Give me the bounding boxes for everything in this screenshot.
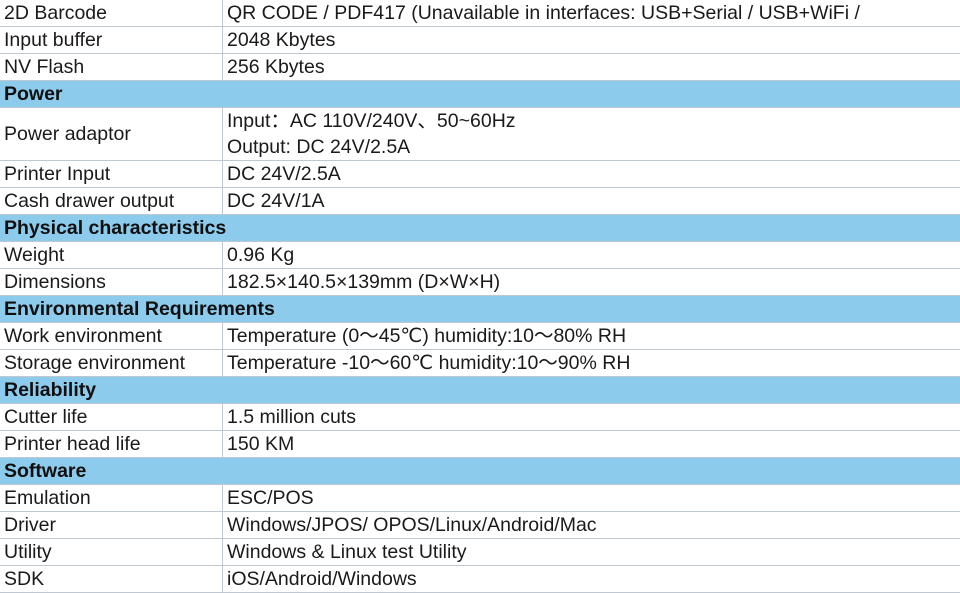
- spec-value-line: Input：AC 110V/240V、50~60Hz: [227, 108, 960, 134]
- spec-label: Work environment: [0, 323, 223, 350]
- spec-label: Cash drawer output: [0, 188, 223, 215]
- table-row: Printer head life150 KM: [0, 431, 960, 458]
- spec-value: iOS/Android/Windows: [223, 566, 960, 593]
- section-header-row: Environmental Requirements: [0, 296, 960, 323]
- table-row: Power adaptorInput：AC 110V/240V、50~60HzO…: [0, 108, 960, 161]
- spec-value: 2048 Kbytes: [223, 27, 960, 54]
- spec-value: 150 KM: [223, 431, 960, 458]
- spec-label: Storage environment: [0, 350, 223, 377]
- table-row: Storage environmentTemperature -10～60℃ h…: [0, 350, 960, 377]
- spec-value-line: Temperature (0～45℃) humidity:10～80% RH: [227, 323, 960, 349]
- table-row: Input buffer 2048 Kbytes: [0, 27, 960, 54]
- section-header: Reliability: [0, 377, 960, 404]
- table-row: Dimensions182.5×140.5×139mm (D×W×H): [0, 269, 960, 296]
- spec-value-line: iOS/Android/Windows: [227, 566, 960, 592]
- spec-label: Driver: [0, 512, 223, 539]
- spec-label: 2D Barcode: [0, 0, 223, 27]
- spec-value: QR CODE / PDF417 (Unavailable in interfa…: [223, 0, 960, 27]
- spec-label: Power adaptor: [0, 108, 223, 161]
- table-row: DriverWindows/JPOS/ OPOS/Linux/Android/M…: [0, 512, 960, 539]
- spec-label: Weight: [0, 242, 223, 269]
- spec-value: ESC/POS: [223, 485, 960, 512]
- table-row: Cutter life1.5 million cuts: [0, 404, 960, 431]
- spec-value: DC 24V/2.5A: [223, 161, 960, 188]
- spec-label: Printer Input: [0, 161, 223, 188]
- table-row: NV Flash256 Kbytes: [0, 54, 960, 81]
- spec-value: 0.96 Kg: [223, 242, 960, 269]
- spec-label: NV Flash: [0, 54, 223, 81]
- section-header-row: Power: [0, 81, 960, 108]
- spec-value: 256 Kbytes: [223, 54, 960, 81]
- spec-label: Printer head life: [0, 431, 223, 458]
- spec-value-line: DC 24V/2.5A: [227, 161, 960, 187]
- spec-label: Utility: [0, 539, 223, 566]
- spec-value-line: QR CODE / PDF417 (Unavailable in interfa…: [227, 0, 960, 26]
- section-header: Environmental Requirements: [0, 296, 960, 323]
- spec-value-line: Windows/JPOS/ OPOS/Linux/Android/Mac: [227, 512, 960, 538]
- spec-value-line: 0.96 Kg: [227, 242, 960, 268]
- spec-value: Temperature -10～60℃ humidity:10～90% RH: [223, 350, 960, 377]
- spec-value-line: Temperature -10～60℃ humidity:10～90% RH: [227, 350, 960, 376]
- spec-value: 182.5×140.5×139mm (D×W×H): [223, 269, 960, 296]
- spec-label: Dimensions: [0, 269, 223, 296]
- spec-value-line: Output: DC 24V/2.5A: [227, 134, 960, 160]
- spec-value-line: DC 24V/1A: [227, 188, 960, 214]
- table-row: UtilityWindows & Linux test Utility: [0, 539, 960, 566]
- spec-value-line: 256 Kbytes: [227, 54, 960, 80]
- spec-table: 2D BarcodeQR CODE / PDF417 (Unavailable …: [0, 0, 960, 593]
- spec-value-line: 1.5 million cuts: [227, 404, 960, 430]
- section-header: Power: [0, 81, 960, 108]
- table-row: Printer InputDC 24V/2.5A: [0, 161, 960, 188]
- section-header: Software: [0, 458, 960, 485]
- spec-value: 1.5 million cuts: [223, 404, 960, 431]
- spec-value-line: 2048 Kbytes: [227, 27, 960, 53]
- spec-table-body: 2D BarcodeQR CODE / PDF417 (Unavailable …: [0, 0, 960, 593]
- table-row: Work environmentTemperature (0～45℃) humi…: [0, 323, 960, 350]
- spec-label: Input buffer: [0, 27, 223, 54]
- table-row: SDKiOS/Android/Windows: [0, 566, 960, 593]
- spec-label: Cutter life: [0, 404, 223, 431]
- spec-value-line: 182.5×140.5×139mm (D×W×H): [227, 269, 960, 295]
- spec-value: Input：AC 110V/240V、50~60HzOutput: DC 24V…: [223, 108, 960, 161]
- spec-value-line: ESC/POS: [227, 485, 960, 511]
- section-header: Physical characteristics: [0, 215, 960, 242]
- section-header-row: Software: [0, 458, 960, 485]
- spec-value: DC 24V/1A: [223, 188, 960, 215]
- spec-value-line: Windows & Linux test Utility: [227, 539, 960, 565]
- table-row: 2D BarcodeQR CODE / PDF417 (Unavailable …: [0, 0, 960, 27]
- table-row: Weight0.96 Kg: [0, 242, 960, 269]
- section-header-row: Reliability: [0, 377, 960, 404]
- spec-value: Windows & Linux test Utility: [223, 539, 960, 566]
- spec-value: Temperature (0～45℃) humidity:10～80% RH: [223, 323, 960, 350]
- table-row: EmulationESC/POS: [0, 485, 960, 512]
- spec-label: SDK: [0, 566, 223, 593]
- spec-label: Emulation: [0, 485, 223, 512]
- section-header-row: Physical characteristics: [0, 215, 960, 242]
- spec-value: Windows/JPOS/ OPOS/Linux/Android/Mac: [223, 512, 960, 539]
- spec-value-line: 150 KM: [227, 431, 960, 457]
- table-row: Cash drawer outputDC 24V/1A: [0, 188, 960, 215]
